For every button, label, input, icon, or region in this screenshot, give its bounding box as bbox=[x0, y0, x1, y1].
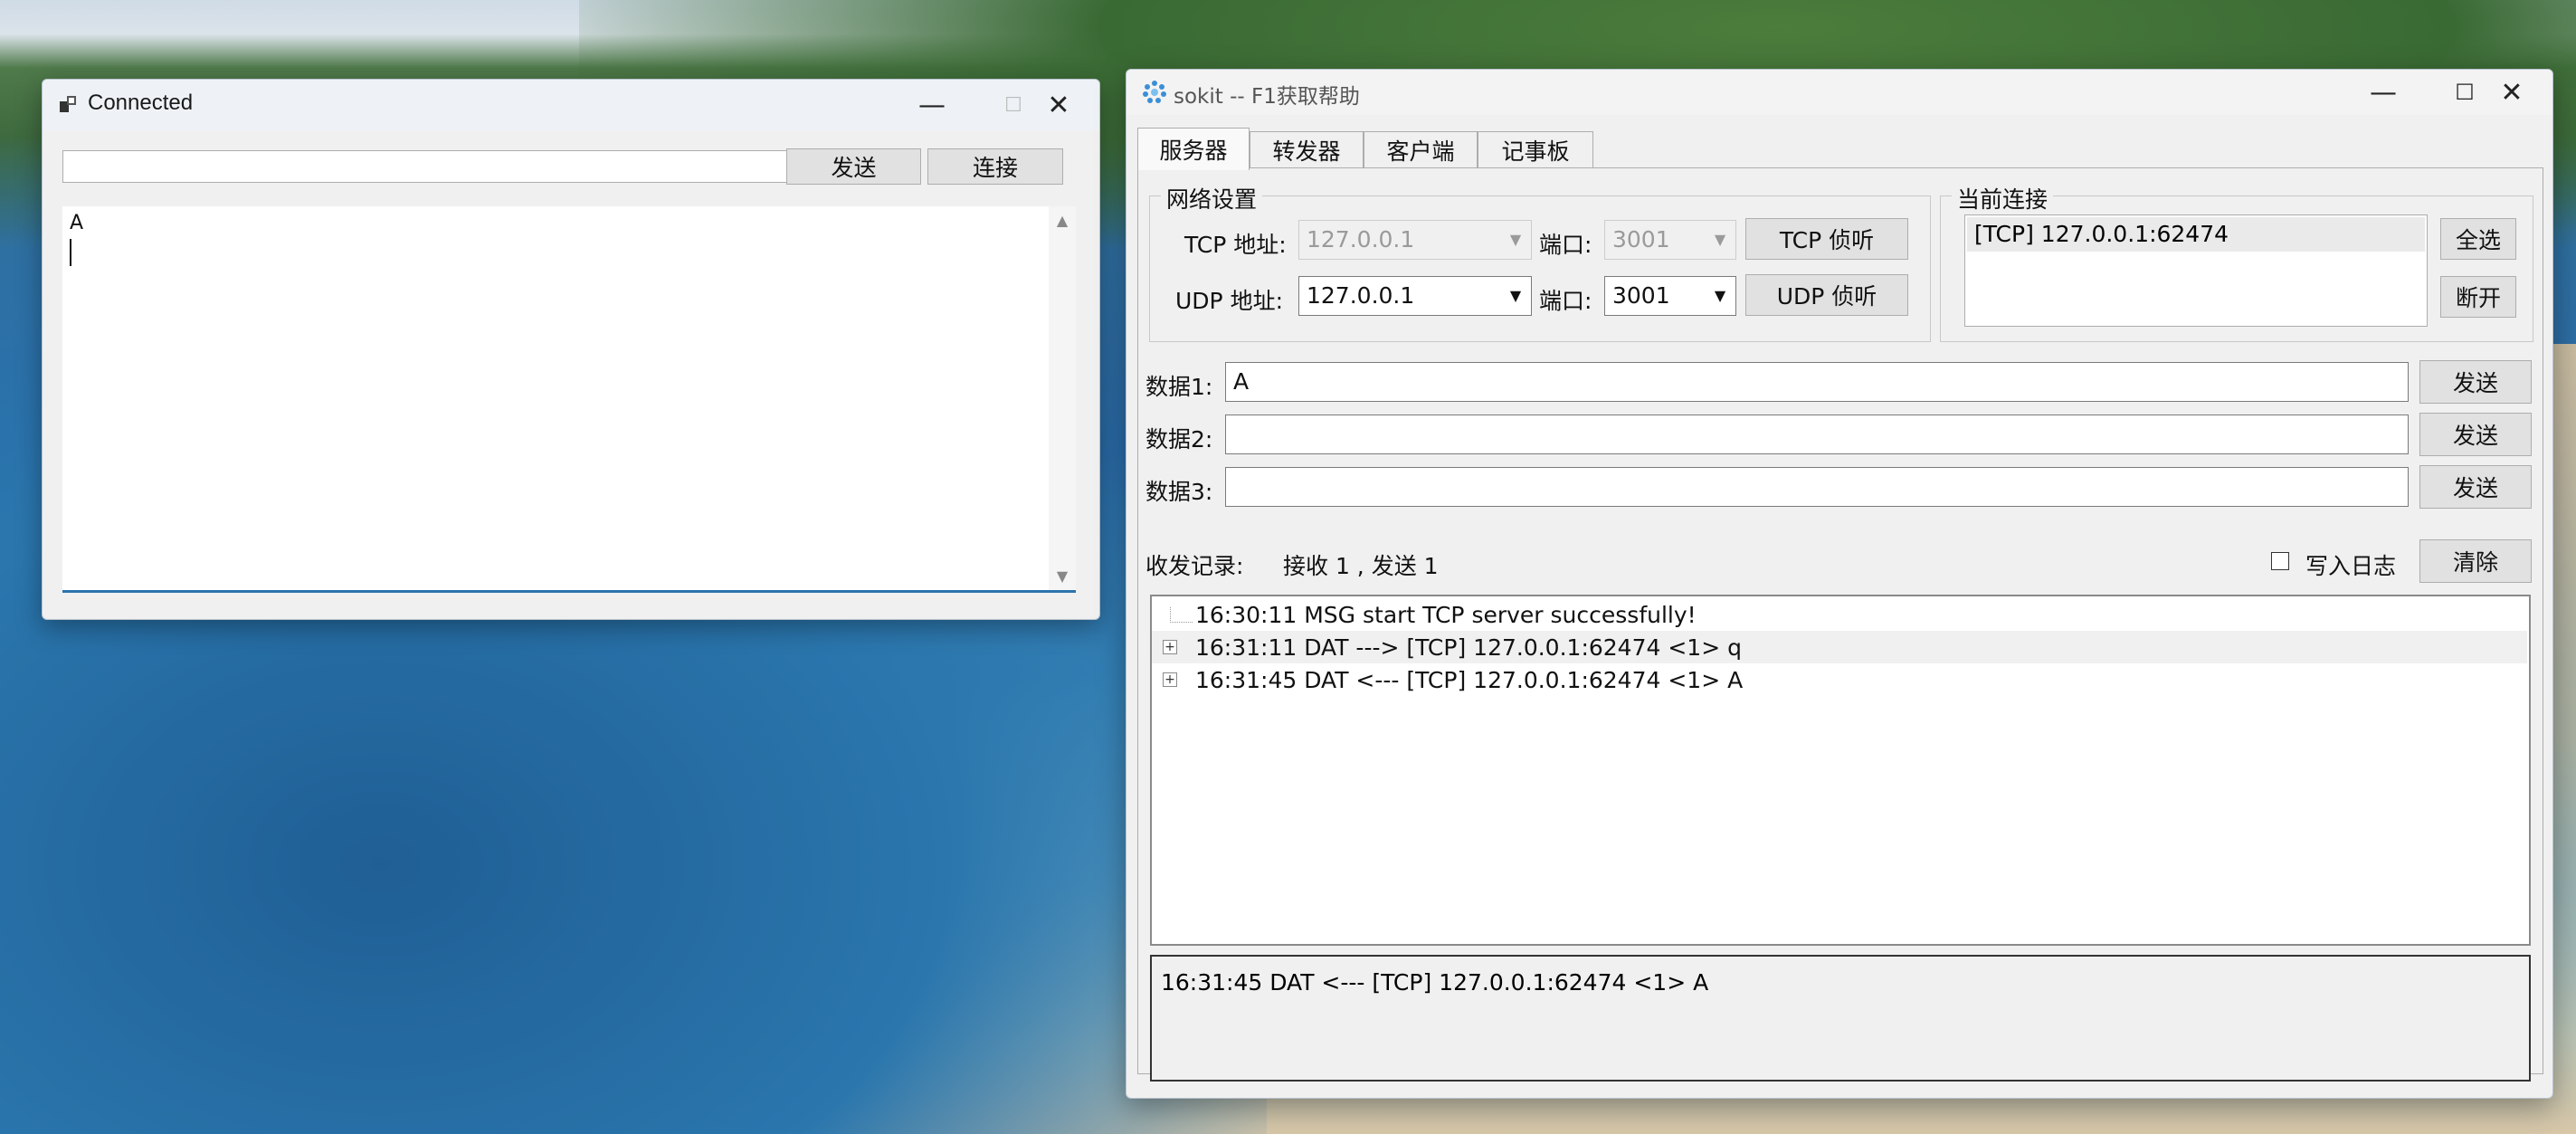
data1-label: 数据1: bbox=[1145, 374, 1213, 400]
log-text: 16:31:11 DAT ---> [TCP] 127.0.0.1:62474 … bbox=[1195, 634, 1742, 661]
chevron-down-icon[interactable]: ▼ bbox=[1706, 279, 1734, 311]
sokit-logo-icon bbox=[1143, 81, 1166, 103]
text-caret bbox=[70, 239, 71, 266]
connect-button[interactable]: 连接 bbox=[927, 148, 1063, 185]
tcp-address-value: 127.0.0.1 bbox=[1307, 226, 1415, 253]
clear-button[interactable]: 清除 bbox=[2419, 539, 2532, 583]
udp-address-combo[interactable]: 127.0.0.1 ▼ bbox=[1298, 276, 1532, 316]
data1-send-button[interactable]: 发送 bbox=[2419, 360, 2532, 404]
expand-plus-icon[interactable]: + bbox=[1163, 672, 1177, 687]
udp-port-value: 3001 bbox=[1612, 282, 1670, 309]
group-title: 网络设置 bbox=[1161, 182, 1263, 214]
group-title: 当前连接 bbox=[1952, 182, 2054, 214]
udp-port-label: 端口: bbox=[1539, 288, 1592, 314]
select-all-button[interactable]: 全选 bbox=[2440, 218, 2516, 260]
current-connections-group: 当前连接 [TCP] 127.0.0.1:62474 全选 断开 bbox=[1940, 182, 2533, 342]
log-text: 16:30:11 MSG start TCP server successful… bbox=[1195, 602, 1697, 628]
connected-window: Connected — ☐ ✕ 发送 连接 A ▲ ▼ bbox=[42, 79, 1100, 620]
tab-notepad[interactable]: 记事板 bbox=[1478, 131, 1593, 168]
network-settings-group: 网络设置 TCP 地址: 127.0.0.1 ▼ 端口: 3001 ▼ TCP … bbox=[1149, 182, 1931, 342]
write-log-label: 写入日志 bbox=[2305, 553, 2397, 579]
data2-send-button[interactable]: 发送 bbox=[2419, 413, 2532, 456]
title-bar[interactable]: sokit -- F1获取帮助 — ☐ ✕ bbox=[1126, 70, 2552, 115]
close-icon[interactable]: ✕ bbox=[1018, 80, 1099, 130]
send-button[interactable]: 发送 bbox=[786, 148, 921, 185]
vertical-scrollbar[interactable]: ▲ ▼ bbox=[1049, 206, 1076, 590]
scroll-down-icon[interactable]: ▼ bbox=[1049, 567, 1076, 585]
udp-port-combo[interactable]: 3001 ▼ bbox=[1604, 276, 1736, 316]
log-text: 16:31:45 DAT <--- [TCP] 127.0.0.1:62474 … bbox=[1195, 667, 1744, 693]
data1-value: A bbox=[1233, 368, 1250, 395]
log-row[interactable]: 16:30:11 MSG start TCP server successful… bbox=[1152, 598, 2527, 631]
chevron-down-icon: ▼ bbox=[1714, 230, 1726, 248]
connections-list[interactable]: [TCP] 127.0.0.1:62474 bbox=[1964, 214, 2428, 327]
records-label: 收发记录: bbox=[1145, 553, 1244, 579]
message-textarea[interactable]: A ▲ ▼ bbox=[62, 206, 1076, 593]
write-log-checkbox[interactable] bbox=[2271, 552, 2289, 570]
log-detail-text: 16:31:45 DAT <--- [TCP] 127.0.0.1:62474 … bbox=[1161, 969, 1709, 996]
data2-label: 数据2: bbox=[1145, 426, 1213, 453]
minimize-icon[interactable]: — bbox=[2343, 70, 2424, 115]
tcp-address-combo: 127.0.0.1 ▼ bbox=[1298, 220, 1532, 260]
log-detail-panel[interactable]: 16:31:45 DAT <--- [TCP] 127.0.0.1:62474 … bbox=[1150, 955, 2531, 1082]
title-bar[interactable]: Connected — ☐ ✕ bbox=[43, 80, 1099, 130]
address-input[interactable] bbox=[62, 150, 821, 183]
tab-server[interactable]: 服务器 bbox=[1137, 128, 1250, 170]
tab-forwarder[interactable]: 转发器 bbox=[1250, 131, 1364, 168]
log-row[interactable]: + 16:31:11 DAT ---> [TCP] 127.0.0.1:6247… bbox=[1152, 631, 2527, 663]
tcp-port-value: 3001 bbox=[1612, 226, 1670, 253]
tcp-port-combo: 3001 ▼ bbox=[1604, 220, 1736, 260]
tree-branch-icon bbox=[1170, 607, 1193, 623]
expand-plus-icon[interactable]: + bbox=[1163, 640, 1177, 654]
close-icon[interactable]: ✕ bbox=[2471, 70, 2552, 115]
data3-send-button[interactable]: 发送 bbox=[2419, 465, 2532, 509]
connection-item[interactable]: [TCP] 127.0.0.1:62474 bbox=[1974, 221, 2229, 247]
tcp-address-label: TCP 地址: bbox=[1184, 232, 1287, 258]
minimize-icon[interactable]: — bbox=[891, 80, 973, 130]
udp-address-value: 127.0.0.1 bbox=[1307, 282, 1415, 309]
udp-listen-button[interactable]: UDP 侦听 bbox=[1745, 274, 1908, 316]
data1-input[interactable]: A bbox=[1225, 362, 2409, 402]
tcp-port-label: 端口: bbox=[1539, 232, 1592, 258]
tcp-listen-button[interactable]: TCP 侦听 bbox=[1745, 218, 1908, 260]
chevron-down-icon[interactable]: ▼ bbox=[1502, 279, 1529, 311]
data2-input[interactable] bbox=[1225, 415, 2409, 454]
disconnect-button[interactable]: 断开 bbox=[2440, 276, 2516, 318]
sokit-window: sokit -- F1获取帮助 — ☐ ✕ 服务器 转发器 客户端 记事板 网络… bbox=[1126, 69, 2553, 1099]
tab-client[interactable]: 客户端 bbox=[1364, 131, 1478, 168]
window-title: Connected bbox=[88, 91, 194, 115]
chevron-down-icon: ▼ bbox=[1509, 230, 1522, 248]
message-text: A bbox=[70, 212, 84, 234]
udp-address-label: UDP 地址: bbox=[1175, 288, 1283, 314]
records-stats: 接收 1 , 发送 1 bbox=[1283, 553, 1439, 579]
log-row[interactable]: + 16:31:45 DAT <--- [TCP] 127.0.0.1:6247… bbox=[1152, 663, 2527, 696]
app-icon bbox=[60, 96, 76, 112]
log-tree[interactable]: 16:30:11 MSG start TCP server successful… bbox=[1150, 595, 2531, 946]
data3-label: 数据3: bbox=[1145, 479, 1213, 505]
data3-input[interactable] bbox=[1225, 467, 2409, 507]
scroll-up-icon[interactable]: ▲ bbox=[1049, 212, 1076, 229]
window-title: sokit -- F1获取帮助 bbox=[1174, 85, 1360, 109]
